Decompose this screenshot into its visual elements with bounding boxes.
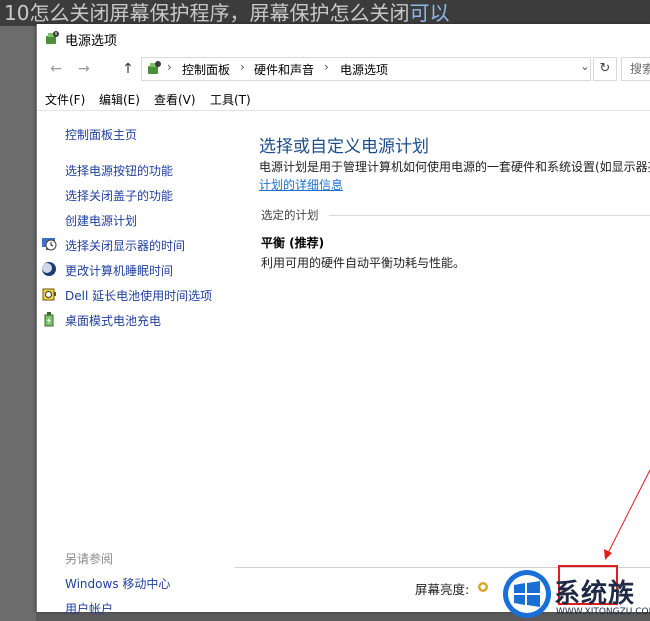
watermark-name: 系统族 bbox=[554, 579, 636, 609]
watermark-url: WWW.XITONGZU.COM bbox=[556, 607, 650, 617]
watermark-logo: 系统族 WWW.XITONGZU.COM bbox=[502, 567, 650, 621]
windows-logo-icon bbox=[503, 570, 551, 618]
annotation-arrow bbox=[604, 469, 650, 560]
